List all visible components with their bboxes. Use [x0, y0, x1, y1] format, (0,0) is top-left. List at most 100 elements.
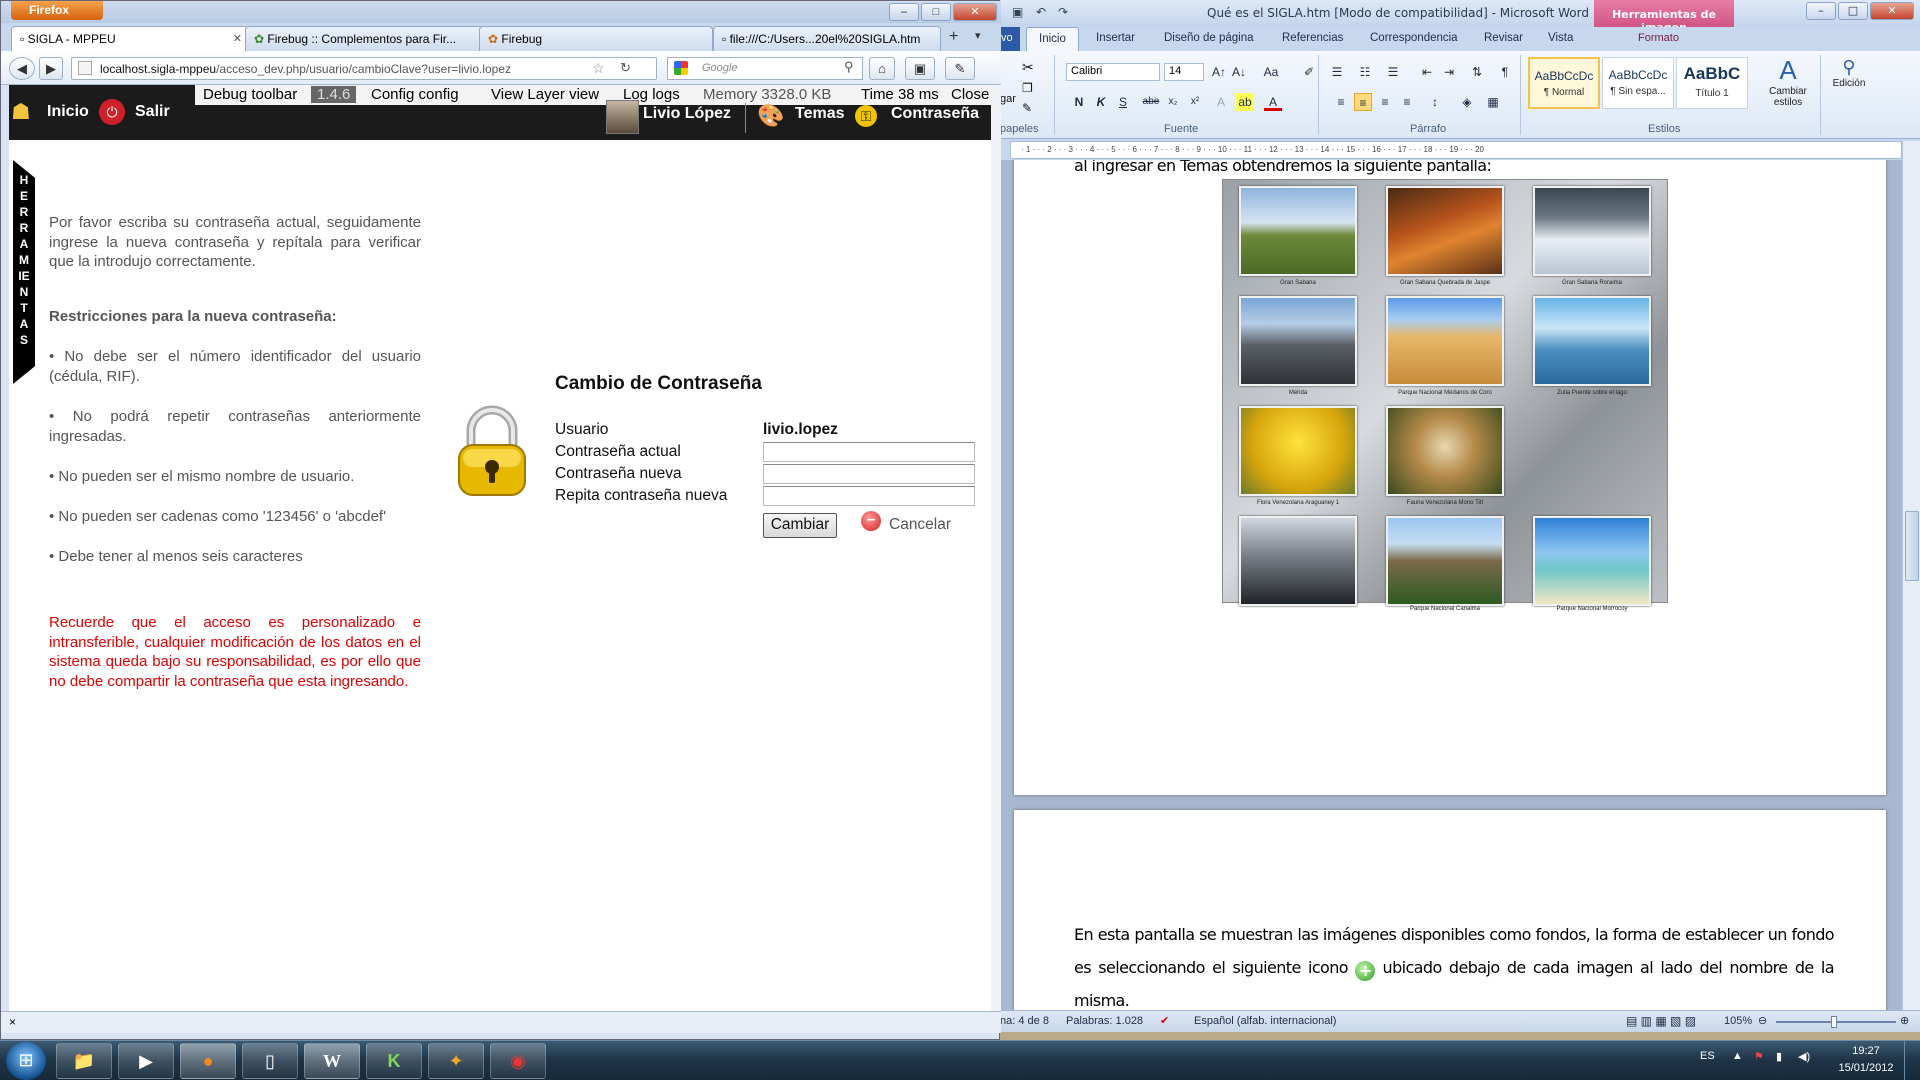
borders-icon[interactable]: ▦ — [1484, 93, 1502, 111]
explorer-taskbar-icon[interactable]: 📁 — [56, 1043, 112, 1079]
superscript-icon[interactable]: x² — [1186, 93, 1204, 111]
subscript-icon[interactable]: x₂ — [1164, 93, 1182, 111]
page-count[interactable]: na: 4 de 8 — [1000, 1015, 1049, 1027]
tab-vista[interactable]: Vista — [1548, 32, 1573, 44]
editing-button[interactable]: ⚲ Edición — [1824, 57, 1874, 89]
firefox-taskbar-icon[interactable]: ● — [180, 1043, 236, 1079]
tools-side-tab[interactable]: HERRAMIENTAS — [13, 160, 35, 384]
font-size-combo[interactable]: 14 — [1164, 63, 1204, 81]
font-color-icon[interactable]: A — [1264, 93, 1282, 111]
page-scrollbar[interactable] — [991, 85, 1001, 1011]
search-icon[interactable]: ⚲ — [844, 59, 854, 75]
start-button[interactable]: ⊞ — [6, 1042, 46, 1080]
camera-taskbar-icon[interactable]: ◉ — [490, 1043, 546, 1079]
maximize-button[interactable]: □ — [921, 3, 951, 21]
addon-bar-close-icon[interactable]: × — [9, 1015, 16, 1029]
logout-link[interactable]: Salir — [135, 103, 170, 121]
app-k-taskbar-icon[interactable]: K — [366, 1043, 422, 1079]
network-icon[interactable]: ▮ — [1776, 1050, 1782, 1063]
debug-config-link[interactable]: Config config — [371, 86, 459, 103]
palette-icon[interactable]: 🎨 — [757, 103, 784, 129]
addon-toolbar-button[interactable]: ✎ — [945, 57, 975, 80]
strikethrough-icon[interactable]: abe — [1142, 93, 1160, 111]
browser-tab[interactable]: ▫ file:///C:/Users...20el%20SIGLA.htm — [713, 26, 941, 51]
text-effects-icon[interactable]: A — [1212, 93, 1230, 111]
tab-diseno-pagina[interactable]: Diseño de página — [1164, 32, 1254, 44]
zoom-out-icon[interactable]: ⊖ — [1758, 1014, 1767, 1027]
tab-inicio[interactable]: Inicio — [1026, 27, 1079, 51]
reload-icon[interactable]: ↻ — [620, 60, 631, 76]
line-spacing-icon[interactable]: ↕ — [1426, 93, 1444, 111]
zoom-in-icon[interactable]: ⊕ — [1900, 1014, 1909, 1027]
minimize-button[interactable]: – — [1806, 2, 1836, 20]
tab-close-icon[interactable]: ✕ — [233, 32, 242, 45]
bullets-icon[interactable]: ☰ — [1328, 63, 1346, 81]
cancel-icon[interactable]: – — [861, 511, 881, 531]
shading-icon[interactable]: ◈ — [1458, 93, 1476, 111]
close-button[interactable]: ✕ — [1870, 2, 1914, 20]
firebug-toolbar-button[interactable]: ▣ — [905, 57, 935, 80]
tab-correspondencia[interactable]: Correspondencia — [1370, 32, 1458, 44]
debug-time[interactable]: Time 38 ms — [861, 86, 939, 103]
sort-icon[interactable]: ⇅ — [1468, 63, 1486, 81]
cancel-link[interactable]: Cancelar — [889, 516, 951, 534]
change-password-button[interactable]: Cambiar — [763, 513, 837, 538]
view-buttons-icon[interactable]: ▤ ▥ ▦ ▧ ▨ — [1626, 1014, 1696, 1028]
multilevel-list-icon[interactable]: ☰ — [1384, 63, 1402, 81]
firefox-menu-button[interactable]: Firefox — [11, 1, 103, 20]
decrease-indent-icon[interactable]: ⇤ — [1418, 63, 1436, 81]
bookmark-star-icon[interactable]: ☆ — [592, 60, 605, 77]
shrink-font-icon[interactable]: A↓ — [1230, 63, 1248, 81]
clock-date[interactable]: 15/01/2012 — [1834, 1062, 1898, 1074]
style-normal[interactable]: AaBbCcDc ¶ Normal — [1528, 57, 1600, 109]
new-tab-icon[interactable]: + — [949, 28, 958, 46]
forward-button[interactable]: ▶ — [39, 57, 63, 80]
new-password-field[interactable] — [763, 464, 975, 484]
password-link[interactable]: Contraseña — [891, 105, 979, 123]
increase-indent-icon[interactable]: ⇥ — [1440, 63, 1458, 81]
debug-view-link[interactable]: View Layer view — [491, 86, 599, 103]
vertical-scrollbar[interactable] — [1902, 141, 1920, 1011]
scrollbar-thumb[interactable] — [1905, 511, 1919, 581]
word-count[interactable]: Palabras: 1.028 — [1066, 1015, 1143, 1027]
home-button[interactable]: ⌂ — [869, 57, 895, 80]
browser-tab[interactable]: ▫ SIGLA - MPPEU ✕ — [11, 26, 249, 52]
highlight-icon[interactable]: ab — [1236, 93, 1254, 111]
debug-close-link[interactable]: Close — [951, 86, 989, 103]
volume-icon[interactable]: ◀) — [1798, 1050, 1810, 1063]
style-heading-1[interactable]: AaBbC Título 1 — [1676, 57, 1748, 109]
browser-tab[interactable]: ✿ Firebug :: Complementos para Fir... — [245, 26, 483, 51]
home-link[interactable]: Inicio — [47, 103, 89, 121]
current-password-field[interactable] — [763, 442, 975, 462]
tab-insertar[interactable]: Insertar — [1096, 32, 1135, 44]
search-input[interactable]: Google ⚲ — [667, 57, 863, 80]
bold-icon[interactable]: N — [1070, 93, 1088, 111]
repeat-password-field[interactable] — [763, 486, 975, 506]
word-taskbar-icon[interactable]: W — [304, 1043, 360, 1079]
notepad-taskbar-icon[interactable]: ▯ — [242, 1043, 298, 1079]
file-tab[interactable]: vo — [998, 27, 1020, 51]
italic-icon[interactable]: K — [1092, 93, 1110, 111]
zoom-level[interactable]: 105% — [1724, 1015, 1752, 1027]
back-button[interactable]: ◀ — [9, 57, 35, 80]
home-icon[interactable]: ☗ — [11, 99, 31, 125]
underline-icon[interactable]: S — [1114, 93, 1132, 111]
cut-icon[interactable]: ✂ — [1022, 59, 1034, 76]
change-styles-button[interactable]: A Cambiar estilos — [1762, 55, 1814, 108]
align-left-icon[interactable]: ≡ — [1332, 93, 1350, 111]
tab-formato[interactable]: Formato — [1638, 32, 1679, 44]
pilcrow-icon[interactable]: ¶ — [1496, 63, 1514, 81]
power-icon[interactable]: ⏻ — [99, 99, 125, 125]
action-center-icon[interactable]: ⚑ — [1754, 1050, 1764, 1063]
font-name-combo[interactable]: Calibri — [1066, 63, 1160, 81]
avast-taskbar-icon[interactable]: ✦ — [428, 1043, 484, 1079]
justify-icon[interactable]: ≡ — [1398, 93, 1416, 111]
change-case-icon[interactable]: Aa — [1262, 63, 1280, 81]
proofing-icon[interactable]: ✔ — [1160, 1014, 1169, 1027]
theme-gallery-image[interactable]: Gran Sabana Gran Sabana Quebrada de Jasp… — [1222, 179, 1668, 612]
align-center-icon[interactable]: ≡ — [1354, 93, 1372, 111]
style-no-spacing[interactable]: AaBbCcDc ¶ Sin espa... — [1602, 57, 1674, 109]
show-hidden-icons-icon[interactable]: ▲ — [1732, 1050, 1743, 1062]
zoom-slider-thumb[interactable] — [1831, 1016, 1837, 1028]
browser-tab[interactable]: ✿ Firebug — [479, 26, 713, 51]
